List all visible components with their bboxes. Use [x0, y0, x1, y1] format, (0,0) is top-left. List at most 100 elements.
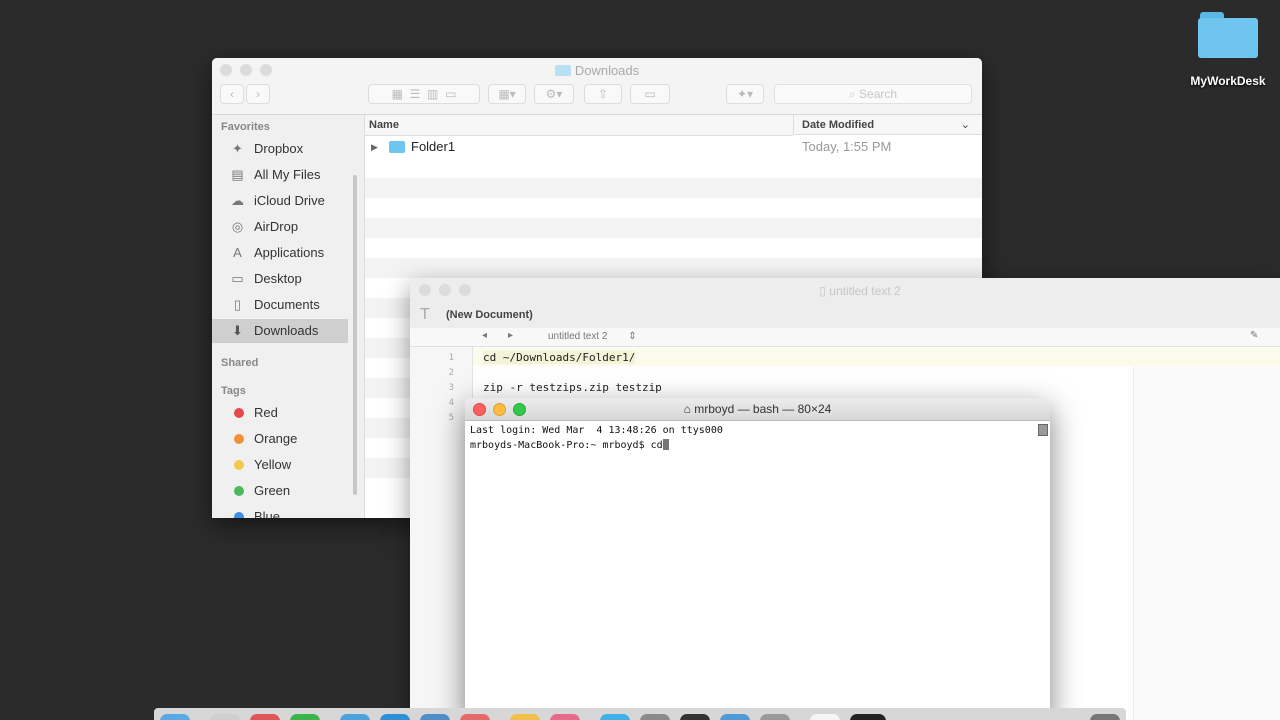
red-tag-icon — [234, 408, 244, 418]
coverflow-view-icon[interactable]: ▭ — [445, 87, 456, 101]
window-title: ⌂ mrboyd — bash — 80×24 — [683, 402, 832, 416]
list-view-icon[interactable]: ☰ — [410, 87, 421, 101]
downloads-icon: ⬇ — [232, 323, 243, 338]
favorites-header: Favorites — [221, 121, 270, 133]
text-tool-icon: T — [420, 306, 430, 323]
document-navigation-bar: ◂ ▸ untitled text 2 ⇕ ✎ — [410, 328, 1280, 347]
folder-icon — [1198, 12, 1258, 58]
window-dock-icon[interactable] — [850, 714, 886, 720]
terminal-output-line: Last login: Wed Mar 4 13:48:26 on ttys00… — [470, 425, 723, 436]
folder-icon — [554, 65, 571, 76]
sidebar-tag-yellow[interactable]: Yellow — [212, 453, 348, 477]
sidebar-tag-red[interactable]: Red — [212, 401, 348, 425]
sidebar-item-desktop[interactable]: ▭ Desktop — [212, 267, 348, 291]
terminal-dock-icon[interactable] — [680, 714, 710, 720]
forward-button[interactable]: › — [246, 84, 270, 104]
desktop-folder[interactable]: MyWorkDesk — [1180, 8, 1276, 88]
folder-icon — [389, 141, 405, 153]
mail-dock-icon[interactable] — [420, 714, 450, 720]
window-title: Downloads — [212, 63, 982, 78]
tags-header: Tags — [221, 385, 246, 397]
finder-dock-icon[interactable] — [160, 714, 190, 720]
disclosure-triangle-icon[interactable]: ▶ — [371, 136, 378, 158]
document-selector[interactable]: untitled text 2 ⇕ — [548, 331, 637, 342]
green-tag-icon — [234, 486, 244, 496]
list-item[interactable]: ▶ Folder1 Today, 1:55 PM — [365, 136, 982, 158]
view-mode-control[interactable]: ▦ ☰ ▥ ▭ — [368, 84, 480, 104]
dropbox-icon: ✦ — [232, 141, 243, 156]
desktop-folder-label: MyWorkDesk — [1190, 74, 1266, 88]
finder-sidebar: Favorites ✦ Dropbox ▤ All My Files ☁ iCl… — [212, 115, 365, 518]
finder-titlebar: Downloads ‹ › ▦ ☰ ▥ ▭ ▦▾ ⚙▾ ⇧ ▭ ✦▾ ⌕ Sea… — [212, 58, 982, 115]
dropbox-toolbar-button[interactable]: ✦▾ — [726, 84, 764, 104]
tags-button[interactable]: ▭ — [630, 84, 670, 104]
sidebar-tag-blue[interactable]: Blue — [212, 505, 348, 518]
icon-view-icon[interactable]: ▦ — [392, 87, 403, 101]
column-header-date-modified[interactable]: Date Modified ⌄ — [793, 115, 982, 135]
column-header-name[interactable]: Name — [365, 115, 793, 136]
empty-row — [365, 178, 982, 198]
line-number-gutter: 1 2 3 4 5 — [410, 347, 473, 720]
trash-dock-icon[interactable] — [1090, 714, 1120, 720]
app-dock-icon[interactable] — [720, 714, 750, 720]
edit-icon[interactable]: ✎ — [1250, 330, 1258, 341]
terminal-prompt-line[interactable]: mrboyds-MacBook-Pro:~ mrboyd$ cd — [470, 439, 669, 451]
itunes-dock-icon[interactable] — [600, 714, 630, 720]
zoom-button[interactable] — [459, 284, 471, 296]
terminal-window: ⌂ mrboyd — bash — 80×24 Last login: Wed … — [465, 398, 1050, 720]
desktop-icon: ▭ — [231, 271, 244, 286]
sidebar-item-icloud-drive[interactable]: ☁ iCloud Drive — [212, 189, 348, 213]
app-store-dock-icon[interactable] — [380, 714, 410, 720]
preferences-dock-icon[interactable] — [640, 714, 670, 720]
sidebar-item-airdrop[interactable]: ◎ AirDrop — [212, 215, 348, 239]
cloud-icon: ☁ — [231, 193, 244, 208]
arrange-button[interactable]: ▦▾ — [488, 84, 526, 104]
sidebar-item-applications[interactable]: A Applications — [212, 241, 348, 265]
minimize-button[interactable] — [439, 284, 451, 296]
search-input[interactable]: ⌕ Search — [774, 84, 972, 104]
code-line[interactable]: zip -r testzips.zip testzip — [483, 381, 662, 394]
text-cursor — [662, 439, 669, 450]
file-date: Today, 1:55 PM — [802, 139, 892, 154]
share-button[interactable]: ⇧ — [584, 84, 622, 104]
page-guide — [1133, 367, 1280, 720]
sidebar-item-all-my-files[interactable]: ▤ All My Files — [212, 163, 348, 187]
sidebar-item-downloads[interactable]: ⬇ Downloads — [212, 319, 348, 343]
line-number: 4 — [448, 398, 454, 408]
empty-row — [365, 218, 982, 238]
shared-header: Shared — [221, 357, 259, 369]
document-icon: ▯ — [819, 284, 826, 298]
app-dock-icon[interactable] — [760, 714, 790, 720]
document-dock-icon[interactable] — [810, 714, 840, 720]
gear-icon: ⚙▾ — [545, 87, 563, 101]
sidebar-item-documents[interactable]: ▯ Documents — [212, 293, 348, 317]
app-dock-icon[interactable] — [250, 714, 280, 720]
yellow-tag-icon — [234, 460, 244, 470]
blue-tag-icon — [234, 512, 244, 518]
action-button[interactable]: ⚙▾ — [534, 84, 574, 104]
applications-icon: A — [233, 245, 242, 260]
sidebar-tag-green[interactable]: Green — [212, 479, 348, 503]
line-number: 5 — [448, 413, 454, 423]
arrange-icon: ▦▾ — [498, 87, 516, 101]
messages-dock-icon[interactable] — [290, 714, 320, 720]
safari-dock-icon[interactable] — [340, 714, 370, 720]
terminal-scrollbar[interactable] — [1038, 424, 1048, 436]
next-document-button[interactable]: ▸ — [508, 330, 513, 341]
column-view-icon[interactable]: ▥ — [427, 87, 438, 101]
sidebar-item-dropbox[interactable]: ✦ Dropbox — [212, 137, 348, 161]
notes-dock-icon[interactable] — [510, 714, 540, 720]
file-name: Folder1 — [411, 139, 456, 154]
photos-dock-icon[interactable] — [550, 714, 580, 720]
sidebar-scrollbar[interactable] — [353, 175, 357, 495]
back-button[interactable]: ‹ — [220, 84, 244, 104]
previous-document-button[interactable]: ◂ — [482, 330, 487, 341]
line-number: 3 — [448, 383, 454, 393]
line-number: 1 — [448, 353, 454, 363]
launchpad-dock-icon[interactable] — [210, 714, 240, 720]
sidebar-tag-orange[interactable]: Orange — [212, 427, 348, 451]
calendar-dock-icon[interactable] — [460, 714, 490, 720]
close-button[interactable] — [419, 284, 431, 296]
code-line[interactable]: cd ~/Downloads/Folder1/ — [483, 351, 636, 364]
share-icon: ⇧ — [597, 87, 609, 101]
